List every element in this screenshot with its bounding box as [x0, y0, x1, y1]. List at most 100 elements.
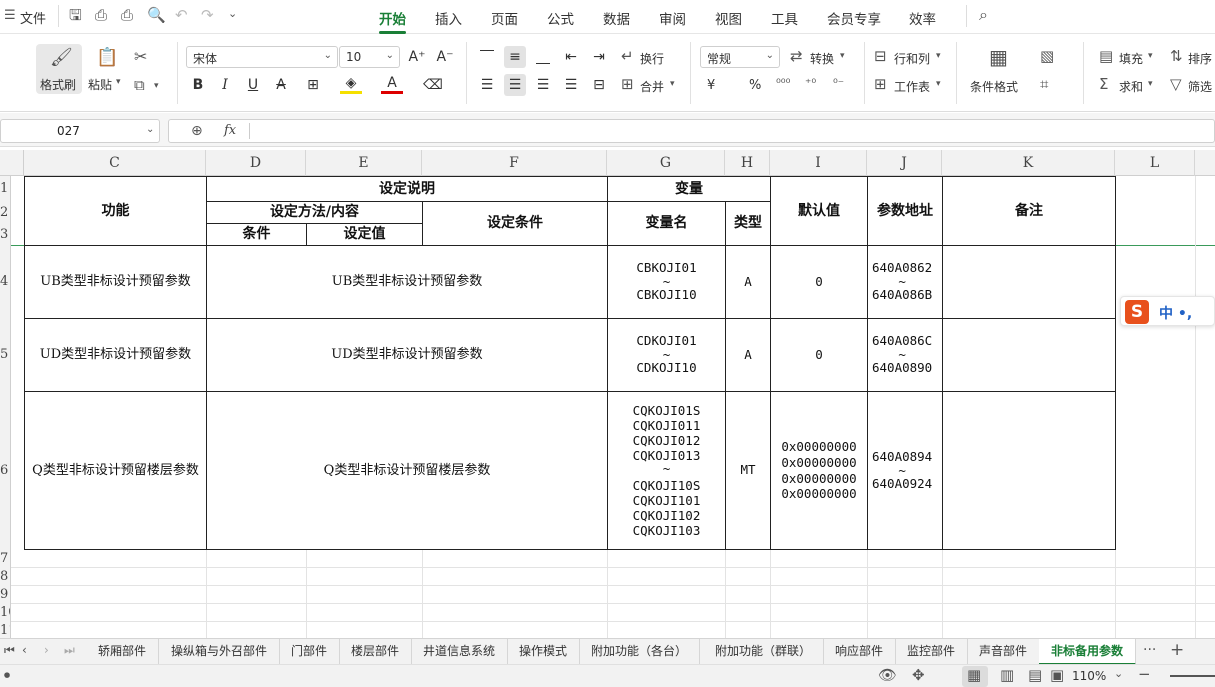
header-setting-desc[interactable]: 设定说明	[206, 176, 608, 202]
export-pdf-icon[interactable]: ⎙	[95, 8, 107, 23]
sheet-tab[interactable]: 监控部件	[895, 639, 969, 665]
align-center-icon[interactable]: ☰	[504, 74, 526, 96]
save-icon[interactable]: 🖫	[69, 8, 82, 23]
function-cell[interactable]: UD类型非标设计预留参数	[24, 318, 207, 392]
col-header[interactable]: F	[422, 150, 607, 176]
desc-cell[interactable]: UB类型非标设计预留参数	[206, 245, 608, 319]
sort-button[interactable]: 排序	[1188, 50, 1212, 67]
sheet-tab[interactable]: 附加功能（群联）	[703, 639, 825, 665]
tab-formula[interactable]: 公式	[547, 8, 574, 28]
font-color-icon[interactable]: A	[381, 74, 403, 94]
file-menu[interactable]: 文件	[20, 8, 46, 27]
wrap-text-icon[interactable]: ↵	[621, 49, 634, 64]
chevron-down-icon[interactable]: ▾	[936, 80, 941, 89]
chevron-down-icon[interactable]: ⌄	[228, 8, 237, 19]
tab-data[interactable]: 数据	[603, 8, 630, 28]
row-header[interactable]: 6	[0, 463, 10, 478]
worksheet-icon[interactable]: ⊞	[874, 77, 887, 92]
print-preview-icon[interactable]: 🔍	[147, 8, 166, 23]
function-icon[interactable]: fx	[224, 123, 236, 138]
decrease-indent-icon[interactable]: ⇤	[560, 46, 582, 68]
paste-button[interactable]: 📋 粘贴 ▾	[86, 44, 128, 94]
chevron-down-icon[interactable]: ▾	[1148, 80, 1153, 89]
header-var-name[interactable]: 变量名	[607, 201, 726, 246]
addr-cell[interactable]: 640A086C ~ 640A0890	[867, 318, 943, 392]
wrap-text-button[interactable]: 换行	[640, 50, 664, 67]
next-sheet-icon[interactable]: ›	[44, 644, 49, 656]
col-header[interactable]: C	[24, 150, 206, 176]
chevron-down-icon[interactable]: ▾	[1148, 52, 1153, 61]
increase-indent-icon[interactable]: ⇥	[588, 46, 610, 68]
worksheet-grid[interactable]: 功能 设定说明 设定方法/内容 条件 设定值 设定条件 变量 变量名 类型 默认…	[11, 176, 1215, 638]
merge-button[interactable]: 合并	[640, 78, 664, 95]
add-sheet-icon[interactable]: +	[1170, 642, 1184, 659]
var-name-cell[interactable]: CDKOJI01 ~ CDKOJI10	[607, 318, 726, 392]
col-header[interactable]: I	[770, 150, 867, 176]
filter-icon[interactable]: ▽	[1170, 77, 1182, 92]
remark-cell[interactable]	[942, 318, 1116, 392]
cell-style-icon[interactable]: ▧	[1040, 49, 1054, 64]
sum-icon[interactable]: Σ	[1099, 77, 1108, 92]
rows-columns-button[interactable]: 行和列	[894, 50, 930, 67]
macro-record-icon[interactable]: ⏺	[4, 669, 10, 681]
var-name-cell[interactable]: CBKOJI01 ~ CBKOJI10	[607, 245, 726, 319]
format-painter-button[interactable]: 🖌 格式刷	[36, 44, 82, 94]
row-header[interactable]: 8	[0, 569, 10, 584]
header-param-addr[interactable]: 参数地址	[867, 176, 943, 246]
reading-view-icon[interactable]: ▣	[1050, 668, 1064, 683]
formula-input[interactable]: ⊕ fx	[168, 119, 1215, 143]
prev-sheet-icon[interactable]: ‹	[22, 644, 27, 656]
conditional-format-button[interactable]: 条件格式	[970, 78, 1018, 95]
remark-cell[interactable]	[942, 245, 1116, 319]
default-cell[interactable]: 0	[770, 318, 868, 392]
align-left-icon[interactable]: ☰	[476, 74, 498, 96]
worksheet-button[interactable]: 工作表	[894, 78, 930, 95]
type-cell[interactable]: MT	[725, 391, 771, 550]
var-name-cell[interactable]: CQKOJI01S CQKOJI011 CQKOJI012 CQKOJI013 …	[607, 391, 726, 550]
row-header[interactable]: 7	[0, 551, 10, 566]
row-header[interactable]: 4	[0, 274, 10, 289]
tab-home[interactable]: 开始	[379, 8, 406, 34]
align-right-icon[interactable]: ☰	[532, 74, 554, 96]
fill-icon[interactable]: ▤	[1099, 49, 1113, 64]
desc-cell[interactable]: UD类型非标设计预留参数	[206, 318, 608, 392]
hamburger-menu-icon[interactable]: ☰	[4, 9, 16, 22]
align-middle-icon[interactable]: ≡	[504, 46, 526, 68]
col-header[interactable]: H	[725, 150, 770, 176]
rows-columns-icon[interactable]: ⊟	[874, 49, 887, 64]
function-cell[interactable]: Q类型非标设计预留楼层参数	[24, 391, 207, 550]
fill-color-icon[interactable]: ◈	[340, 74, 362, 94]
filter-button[interactable]: 筛选	[1188, 78, 1212, 95]
first-sheet-icon[interactable]: ⏮	[4, 644, 15, 656]
cut-icon[interactable]: ✂	[134, 49, 147, 65]
col-header[interactable]: K	[942, 150, 1115, 176]
sheet-tab[interactable]: 操纵箱与外召部件	[159, 639, 281, 665]
conditional-format-icon[interactable]: ▦	[989, 47, 1008, 67]
header-method-content[interactable]: 设定方法/内容	[206, 201, 423, 224]
select-all-corner[interactable]	[0, 150, 24, 176]
print-icon[interactable]: ⎙	[121, 8, 133, 23]
redo-icon[interactable]: ↷	[201, 8, 214, 23]
freeze-icon[interactable]: ✥	[912, 668, 925, 683]
border-icon[interactable]: ⊞	[302, 74, 324, 96]
sheet-tab[interactable]: 轿厢部件	[86, 639, 160, 665]
fill-button[interactable]: 填充	[1119, 50, 1143, 67]
zoom-slider[interactable]	[1170, 675, 1215, 677]
row-header[interactable]: 2	[0, 205, 10, 220]
default-cell[interactable]: 0x00000000 0x00000000 0x00000000 0x00000…	[770, 391, 868, 550]
addr-cell[interactable]: 640A0894 ~ 640A0924	[867, 391, 943, 550]
tab-tools[interactable]: 工具	[771, 8, 798, 28]
align-top-icon[interactable]: ⎺	[476, 46, 498, 68]
convert-icon[interactable]: ⇄	[790, 49, 803, 64]
sheet-tab[interactable]: 操作模式	[507, 639, 581, 665]
sheet-tab[interactable]: 楼层部件	[339, 639, 413, 665]
decrease-font-icon[interactable]: A⁻	[434, 46, 456, 68]
col-header[interactable]: G	[607, 150, 725, 176]
zoom-out-icon[interactable]: −	[1138, 667, 1151, 682]
strikethrough-button[interactable]: A	[270, 74, 292, 96]
row-header[interactable]: 10	[0, 605, 10, 620]
row-header[interactable]: 3	[0, 227, 10, 242]
align-bottom-icon[interactable]: ⎽	[532, 46, 554, 68]
header-variable[interactable]: 变量	[607, 176, 771, 202]
bold-button[interactable]: B	[187, 74, 209, 96]
